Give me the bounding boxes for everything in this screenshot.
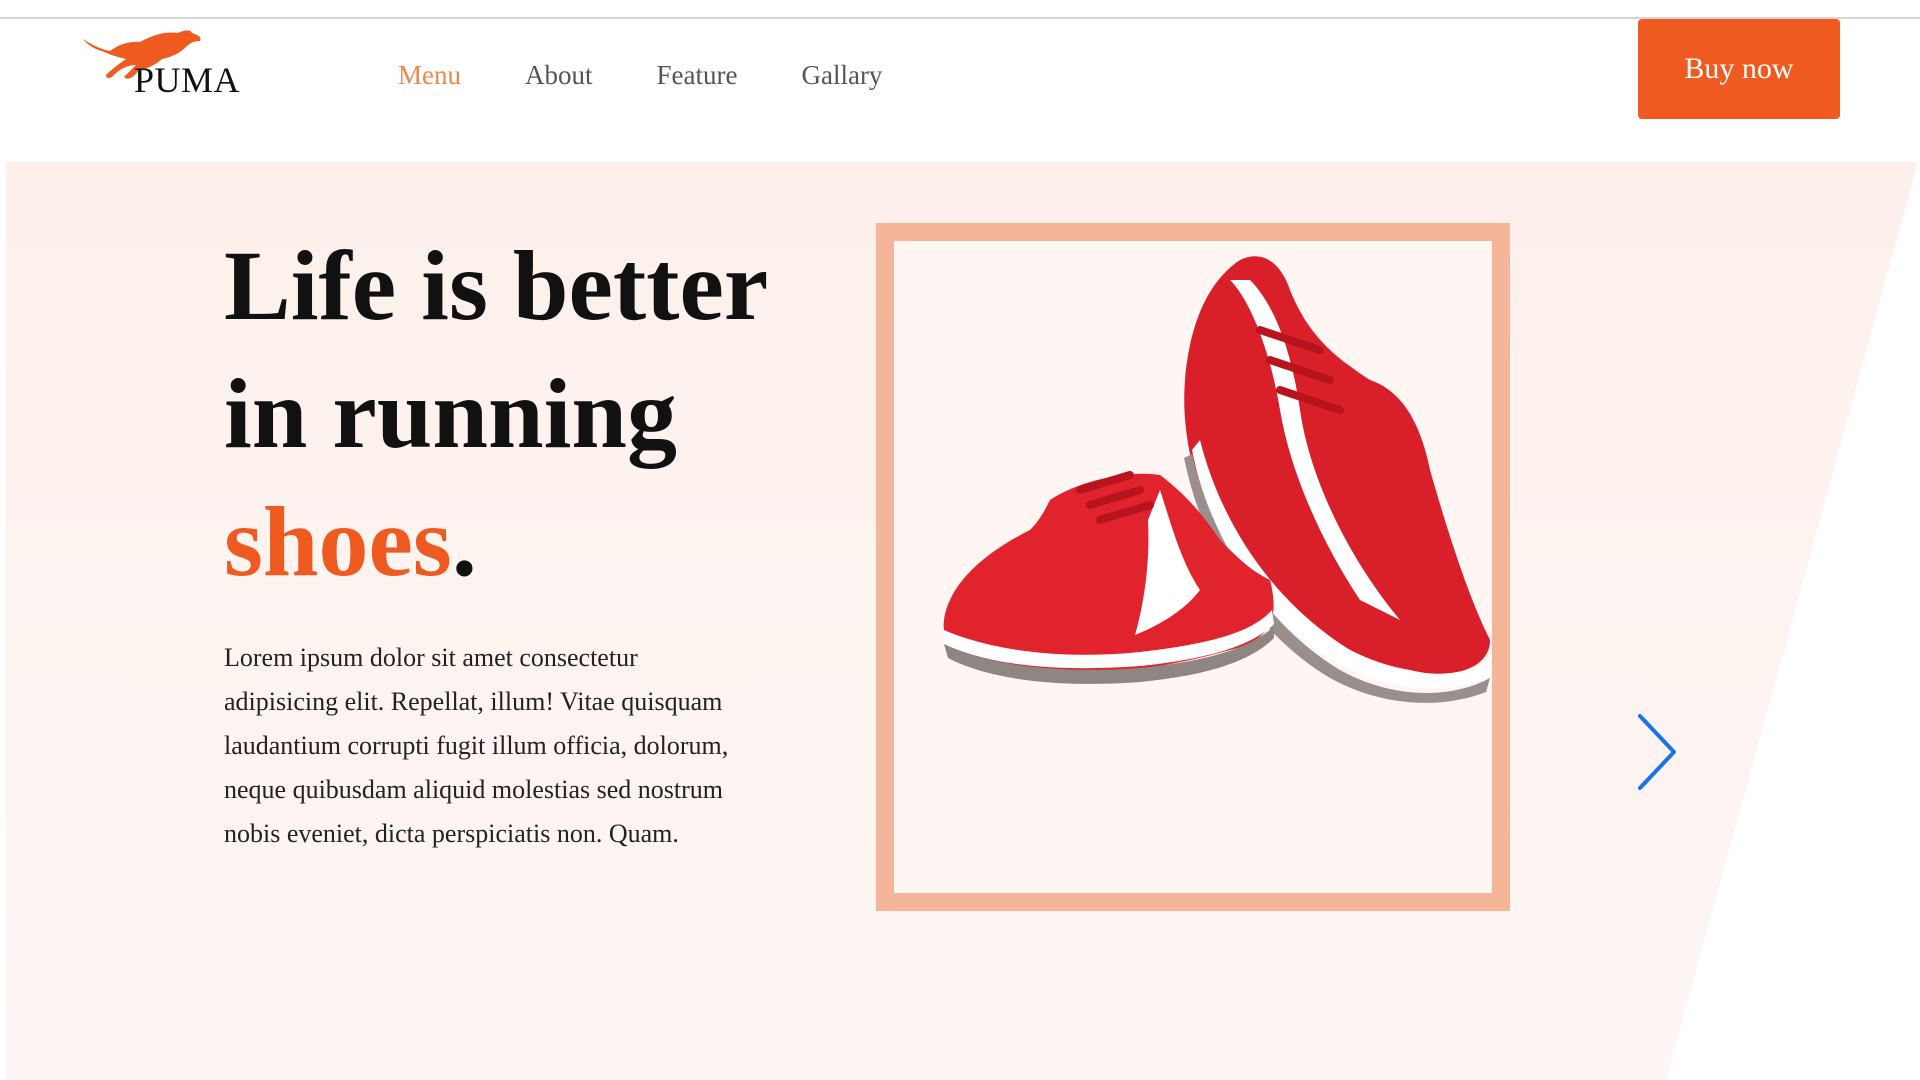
hero-headline: Life is better in running shoes. [224,222,768,606]
main-nav: Menu About Feature Gallary [398,53,946,97]
headline-line-1: Life is better [224,230,769,341]
headline-line-2: in running [224,358,678,469]
hero-description: Lorem ipsum dolor sit amet consectetur a… [224,643,729,848]
brand-logo[interactable]: PUMA [80,25,250,105]
nav-item-menu[interactable]: Menu [398,53,461,97]
chevron-right-icon[interactable] [1634,712,1680,792]
nav-item-feature[interactable]: Feature [657,53,738,97]
headline-accent-word: shoes [224,486,452,597]
browser-top-bar [0,0,1920,19]
site-header: PUMA Menu About Feature Gallary Buy now [0,19,1920,161]
headline-period: . [451,486,477,597]
brand-name: PUMA [134,60,241,100]
nav-item-gallary[interactable]: Gallary [801,53,882,97]
nav-item-about[interactable]: About [525,53,593,97]
buy-now-button[interactable]: Buy now [1638,19,1840,119]
red-sneakers-image [943,256,1490,703]
